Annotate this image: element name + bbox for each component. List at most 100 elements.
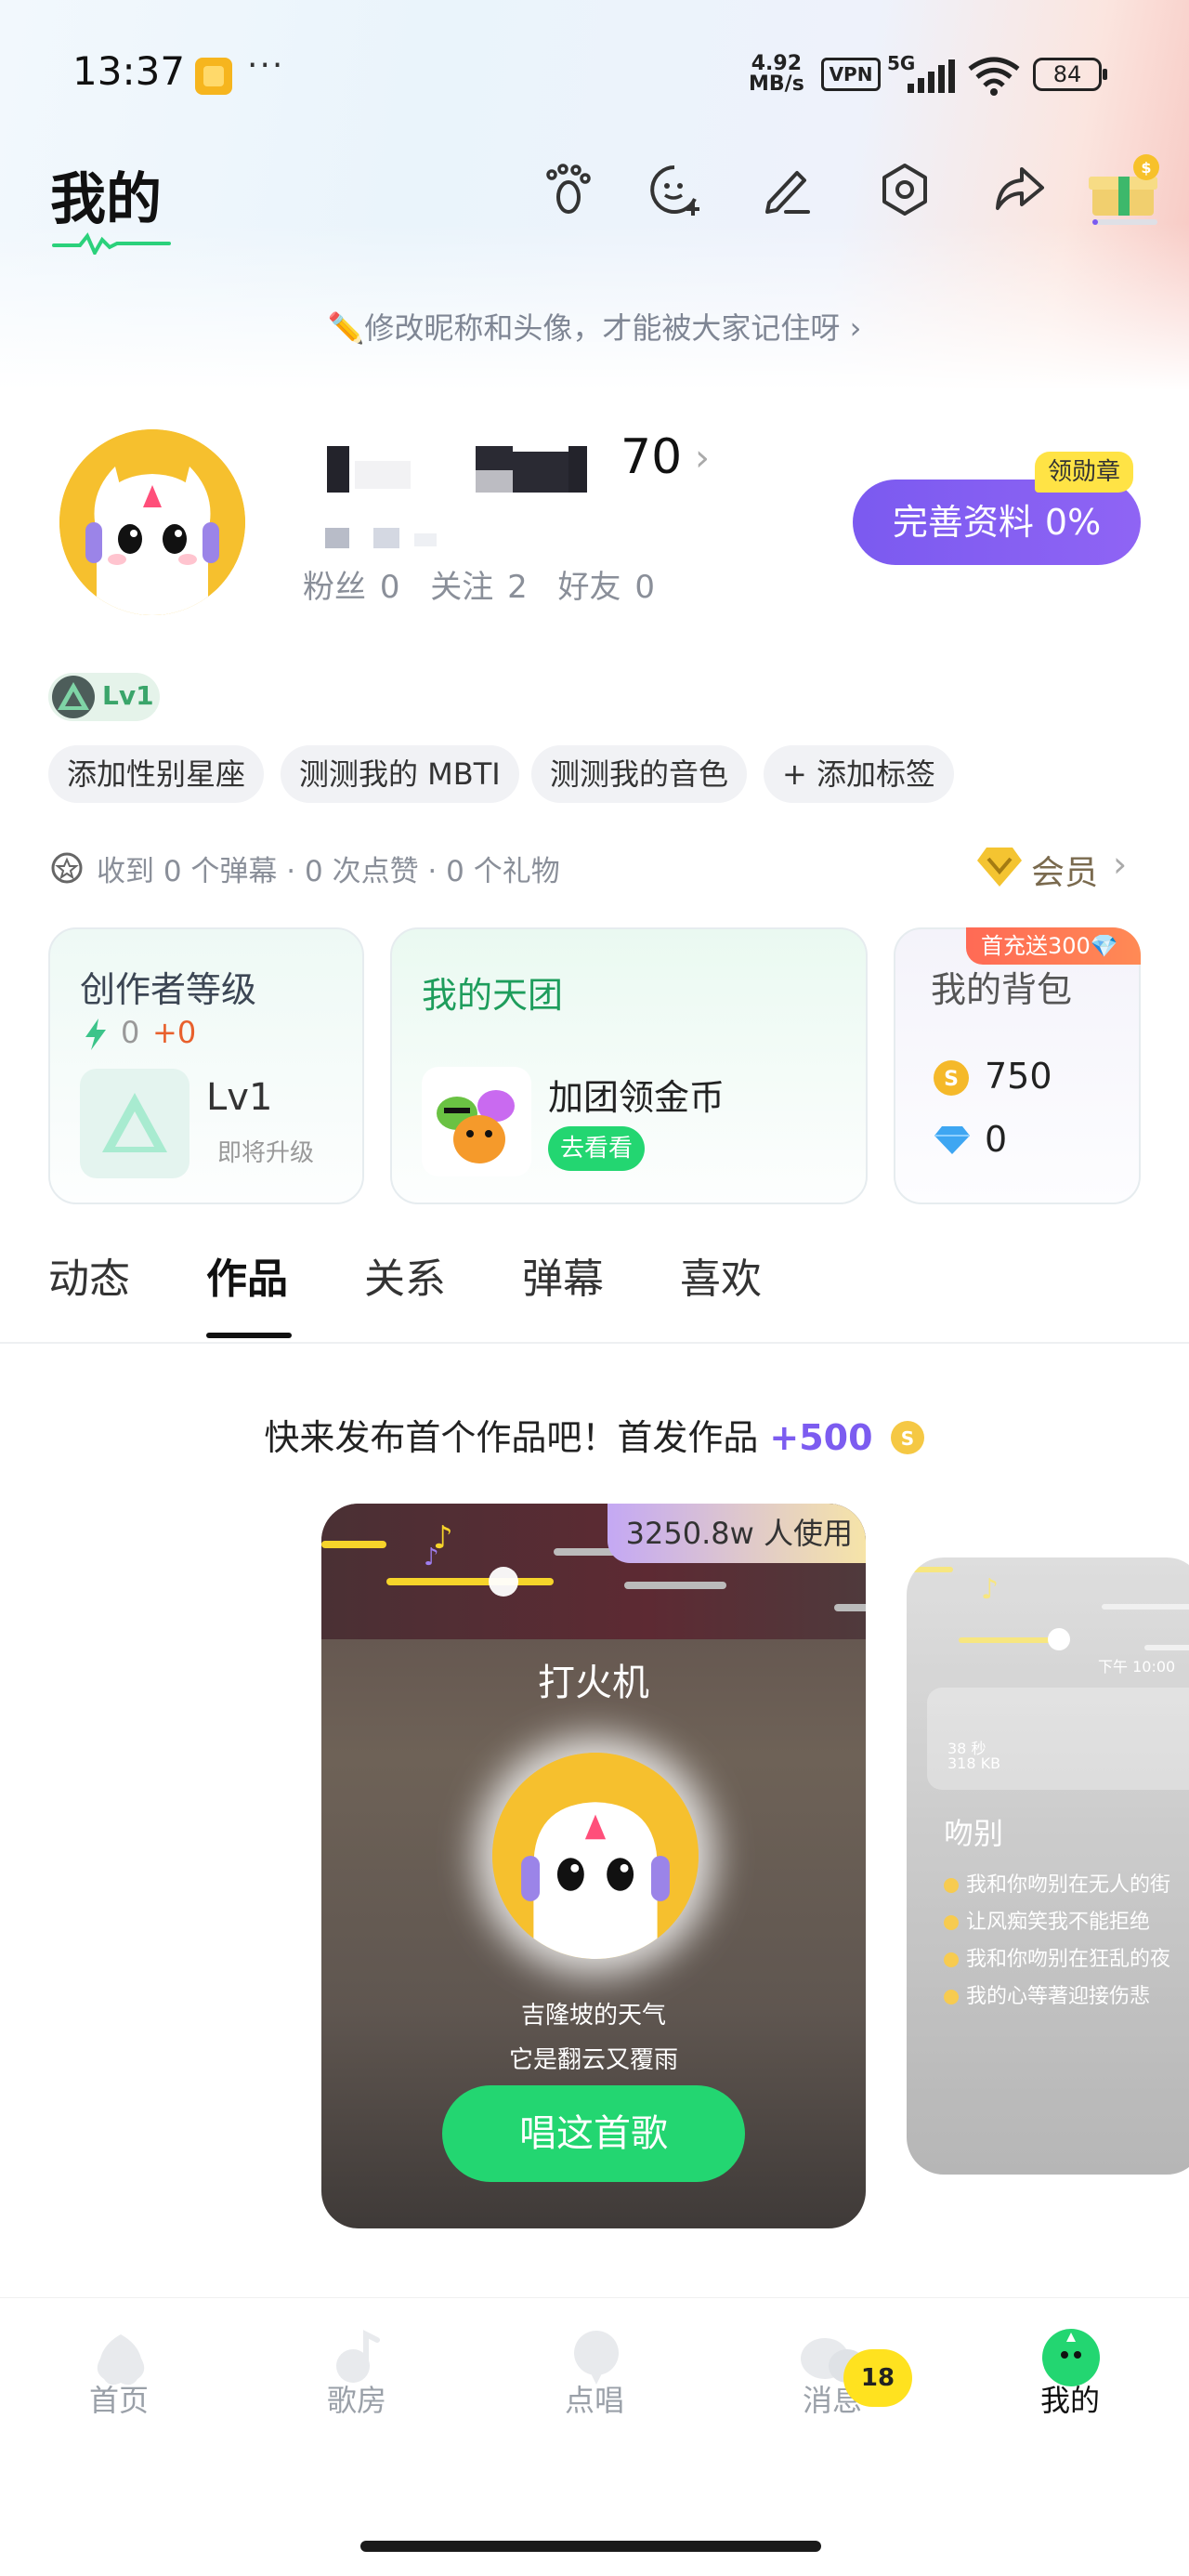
coin-icon: S	[934, 1060, 969, 1096]
promo-text: 快来发布首个作品吧！首发作品	[264, 1417, 770, 1458]
team-emblem	[422, 1067, 531, 1176]
song-card-next[interactable]: ♪ 38 秒 318 KB 下午 10:00 吻别 我和你吻别在无人的街 让风痴…	[907, 1557, 1189, 2175]
tab-indicator	[206, 1333, 292, 1338]
creator-level: Lv1	[206, 1076, 273, 1119]
promo-bonus: +500	[769, 1417, 873, 1458]
song-cover-avatar	[492, 1753, 699, 1959]
add-tag-button[interactable]: + 添加标签	[764, 745, 954, 803]
user-id-obscured	[325, 528, 437, 548]
footprint-icon[interactable]	[539, 162, 594, 217]
creator-points-delta: +0	[152, 1015, 197, 1050]
messages-badge: 18	[843, 2349, 912, 2407]
tag-mbti[interactable]: 测测我的 MBTI	[281, 745, 519, 803]
pitch-track-icon: ♪	[907, 1567, 1189, 1650]
creator-points: 0	[121, 1015, 140, 1050]
team-text: 加团领金币	[548, 1077, 725, 1118]
tag-gender-zodiac[interactable]: 添加性别星座	[48, 745, 265, 803]
gift-box-icon[interactable]: $	[1085, 152, 1169, 227]
creator-hint: 即将升级	[217, 1139, 315, 1167]
svg-text:♪: ♪	[424, 1544, 439, 1571]
tab-relations[interactable]: 关系	[364, 1245, 446, 1305]
friends-label: 好友	[557, 569, 621, 606]
svg-text:S: S	[944, 1068, 959, 1091]
vip-link[interactable]: 会员	[1031, 846, 1098, 894]
friends-count: 0	[634, 569, 655, 606]
team-characters-icon	[437, 1090, 515, 1163]
my-team-card[interactable]: 我的天团 加团领金币 去看看	[390, 927, 868, 1204]
edit-profile-tip[interactable]: ✏️修改昵称和头像，才能被大家记住呀 ›	[0, 305, 1189, 348]
svg-text:$: $	[1141, 159, 1151, 177]
diamond-icon	[934, 1126, 970, 1154]
friends-stat[interactable]: 好友 0	[558, 569, 655, 606]
lightning-icon	[85, 1019, 106, 1050]
sing-song-button[interactable]: 唱这首歌	[442, 2085, 745, 2182]
nav-music-room[interactable]: 歌房	[282, 2286, 431, 2453]
fans-label: 粉丝	[303, 569, 366, 606]
tab-danmaku[interactable]: 弹幕	[522, 1245, 604, 1305]
following-label: 关注	[430, 569, 494, 606]
creator-card-title: 创作者等级	[80, 969, 257, 1010]
page-title: 我的	[50, 167, 162, 232]
share-icon[interactable]	[990, 162, 1046, 217]
home-indicator[interactable]	[360, 2541, 821, 2552]
svg-text:♪: ♪	[981, 1573, 999, 1606]
backpack-card-title: 我的背包	[931, 969, 1073, 1010]
vip-arrow-icon[interactable]: ›	[1113, 844, 1127, 885]
coin-icon: S	[890, 1421, 924, 1454]
nickname-obscured	[327, 446, 587, 493]
tab-works[interactable]: 作品	[206, 1245, 288, 1305]
song-users-badge: 3250.8w 人使用	[607, 1504, 866, 1563]
network-speed: 4.92 MB/s	[749, 54, 804, 95]
nav-request[interactable]: 点唱	[520, 2286, 669, 2453]
medal-badge[interactable]: 领勋章	[1035, 452, 1134, 493]
level-text: Lv1	[102, 680, 154, 711]
first-charge-badge[interactable]: 首充送300💎	[966, 927, 1141, 965]
avatar[interactable]	[59, 429, 245, 615]
team-view-button[interactable]: 去看看	[548, 1126, 645, 1171]
add-friend-icon[interactable]	[647, 162, 702, 217]
nav-mine-label: 我的	[1039, 2383, 1100, 2418]
fans-count: 0	[379, 569, 400, 606]
signal-icon	[908, 59, 955, 93]
nav-request-label: 点唱	[564, 2383, 624, 2418]
song-meta-time: 下午 10:00	[1098, 1658, 1176, 1676]
user-stats: 粉丝 0 关注 2 好友 0	[303, 561, 672, 607]
star-badge-icon	[51, 852, 83, 884]
nickname-arrow-icon[interactable]: ›	[695, 437, 710, 480]
level-triangle-icon	[52, 676, 95, 718]
status-more-icon: ···	[247, 46, 285, 85]
song-card[interactable]: ♪ ♪ 3250.8w 人使用 打火机 吉隆坡的天气 它是翻云又覆雨 唱这首歌	[321, 1504, 866, 2228]
status-time: 13:37	[72, 48, 186, 94]
tab-activity[interactable]: 动态	[48, 1245, 130, 1305]
song-lyric-2: 它是翻云又覆雨	[508, 2046, 678, 2074]
speed-value: 4.92	[751, 52, 803, 75]
settings-icon[interactable]	[877, 162, 933, 217]
creator-level-emblem	[80, 1069, 189, 1178]
received-summary: 收到 0 个弹幕 · 0 次点赞 · 0 个礼物	[97, 855, 560, 888]
tag-voice[interactable]: 测测我的音色	[531, 745, 748, 803]
song-title-next: 吻别	[944, 1816, 1004, 1851]
song-line-4: 我的心等著迎接伤悲	[944, 1979, 1150, 2009]
avatar-character-icon	[59, 429, 245, 615]
following-stat[interactable]: 关注 2	[430, 569, 527, 606]
fans-stat[interactable]: 粉丝 0	[303, 569, 399, 606]
backpack-card[interactable]: 我的背包 S 750 0	[894, 927, 1141, 1204]
song-lyric-1: 吉隆坡的天气	[520, 2002, 666, 2030]
creator-level-card[interactable]: 创作者等级 0 +0 Lv1 即将升级	[48, 927, 364, 1204]
nav-home[interactable]: 首页	[45, 2286, 193, 2453]
svg-text:S: S	[900, 1427, 913, 1450]
speed-unit: MB/s	[749, 72, 804, 96]
song-line-3: 我和你吻别在狂乱的夜	[944, 1942, 1170, 1972]
title-wave-icon	[52, 232, 171, 255]
nav-home-label: 首页	[88, 2383, 149, 2418]
battery-icon: 84	[1033, 58, 1107, 91]
nickname-suffix[interactable]: 70	[621, 429, 682, 485]
song-meta-size: 318 KB	[947, 1755, 1001, 1772]
notification-app-icon	[195, 58, 232, 95]
song-title: 打火机	[538, 1662, 649, 1704]
edit-icon[interactable]	[758, 162, 814, 217]
nav-mine[interactable]: 我的	[996, 2286, 1144, 2453]
tab-likes[interactable]: 喜欢	[680, 1245, 762, 1305]
coin-count: 750	[985, 1056, 1052, 1097]
team-card-title: 我的天团	[422, 975, 564, 1016]
